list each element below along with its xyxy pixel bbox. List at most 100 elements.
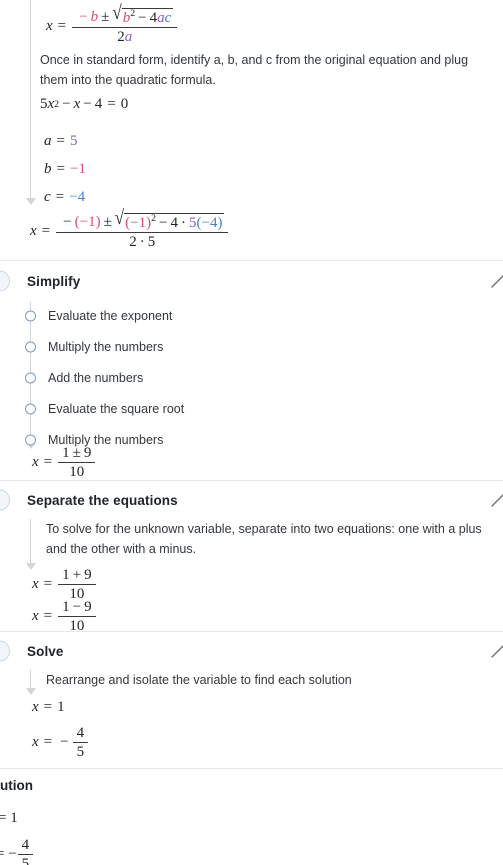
- result-numerator: 1 +9: [58, 567, 95, 584]
- coefficient-b-line: b = −1: [44, 160, 86, 178]
- coefficient-a-name: a: [44, 133, 52, 149]
- plus-minus-sign: ±: [101, 9, 110, 25]
- sub-den-two: 2: [129, 234, 137, 251]
- solution-result-2-fraction: 4 5: [17, 837, 34, 865]
- solution-result-2-denominator: 5: [21, 856, 30, 865]
- denominator-a: a: [124, 29, 133, 46]
- separate-description: To solve for the unknown variable, separ…: [46, 522, 482, 557]
- coefficient-c-equals: =: [55, 189, 65, 205]
- section-separate-the-equations[interactable]: Separate the equations: [0, 481, 503, 519]
- simplify-body: Evaluate the exponent Multiply the numbe…: [0, 300, 503, 480]
- intro-connector-line: [30, 0, 31, 198]
- simplify-step-2[interactable]: Multiply the numbers: [0, 331, 503, 362]
- simplify-step-3[interactable]: Add the numbers: [0, 362, 503, 393]
- numerator-left: 1: [62, 445, 70, 461]
- simplify-header[interactable]: Simplify: [0, 262, 503, 300]
- coefficient-b-equals: =: [56, 161, 65, 177]
- solution-result-1: = 1: [0, 809, 18, 827]
- numerator-minus-sign: −: [79, 9, 88, 25]
- numerator-left: 1: [62, 599, 70, 615]
- solve-body: Rearrange and isolate the variable to fi…: [0, 670, 503, 760]
- standard-minus-1: −: [62, 96, 71, 112]
- step-circle-icon: [25, 341, 36, 352]
- simplify-result-denominator: 10: [69, 464, 85, 481]
- section-solve[interactable]: Solve: [0, 632, 503, 670]
- standard-equals: =: [107, 96, 116, 112]
- radicand: b2−4ac: [121, 8, 174, 26]
- denominator-two: 2: [117, 29, 125, 46]
- chevron-collapse-icon[interactable]: [489, 642, 503, 660]
- separate-header[interactable]: Separate the equations: [0, 481, 503, 519]
- solve-result-fraction: 4 5: [72, 725, 89, 761]
- intro-description: Once in standard form, identify a, b, an…: [40, 53, 469, 88]
- step-label: Multiply the numbers: [48, 339, 164, 354]
- standard-minus-2: −: [83, 96, 92, 112]
- solve-result-numerator: 4: [76, 725, 85, 741]
- formula-denominator: 2a: [113, 28, 136, 45]
- standard-zero: 0: [120, 96, 129, 112]
- intro-block: x = − b ± √ b2−4ac 2a Once in standard form,…: [0, 0, 503, 258]
- solution-result-2: = − 4 5: [0, 837, 34, 865]
- sub-denominator: 2 · 5: [125, 233, 159, 250]
- separate-connector-line: [30, 519, 31, 563]
- solve-result-denominator: 5: [76, 744, 85, 761]
- solve-result-2: x = − 4 5: [32, 725, 89, 760]
- coefficient-a-equals: =: [56, 133, 65, 149]
- sub-b-value: (−1): [74, 214, 101, 230]
- numerator-right: 9: [84, 599, 92, 615]
- sub-den-a: 5: [147, 234, 156, 251]
- step-circle-icon: [25, 434, 36, 445]
- sub-radical-sign: √: [114, 206, 125, 229]
- separate-title: Separate the equations: [27, 492, 178, 508]
- simplify-step-1[interactable]: Evaluate the exponent: [0, 300, 503, 331]
- numerator-operator: +: [72, 567, 82, 583]
- solve-connector-line: [30, 670, 31, 688]
- solution-title: ution: [0, 778, 33, 793]
- numerator-right: 9: [83, 445, 92, 461]
- solve-header[interactable]: Solve: [0, 632, 503, 670]
- solve-result-sign: −: [60, 734, 69, 751]
- separate-result-plus: x = 1 +9 10: [32, 567, 97, 602]
- sub-radicand: (−1)2−4 · 5(−4): [124, 213, 225, 231]
- step-label: Evaluate the exponent: [48, 308, 173, 323]
- step-circle-icon: [25, 310, 36, 321]
- formula-equals: =: [57, 17, 67, 34]
- simplify-title: Simplify: [27, 273, 81, 289]
- radicand-minus: −: [138, 10, 147, 26]
- result-equals: =: [43, 608, 53, 625]
- standard-form-equation: 5 x 2− x −4 = 0: [40, 96, 129, 112]
- sub-equals: =: [41, 222, 51, 239]
- step-circle-icon: [25, 403, 36, 414]
- chevron-collapse-icon[interactable]: [489, 491, 503, 509]
- coefficient-c-value: −4: [69, 189, 86, 205]
- radicand-a: a: [157, 10, 165, 26]
- radicand-four: 4: [149, 10, 158, 26]
- simplify-step-4[interactable]: Evaluate the square root: [0, 393, 503, 424]
- formula-numerator: − b ± √ b2−4ac: [72, 2, 177, 27]
- sub-plus-minus: ±: [103, 214, 112, 230]
- sub-radicand-minus: −: [159, 215, 168, 231]
- coefficient-a-line: a = 5: [44, 132, 77, 150]
- sub-lhs: x: [30, 222, 37, 239]
- solve-result-1: x = 1: [32, 698, 65, 716]
- simplify-result-equation: x = 1 ±9 10: [32, 445, 96, 480]
- numerator-operator: −: [72, 599, 82, 615]
- coefficient-b-value: −1: [69, 161, 86, 177]
- chevron-collapse-icon[interactable]: [489, 272, 503, 290]
- standard-x: x: [47, 96, 55, 112]
- sub-c-value: (−4): [196, 215, 223, 231]
- standard-term-x: x: [73, 96, 81, 112]
- solution-result-2-numerator: 4: [21, 837, 30, 853]
- sub-radicand-four: 4: [170, 215, 179, 231]
- solve-result-lhs: x: [32, 699, 39, 715]
- section-simplify[interactable]: Simplify: [0, 262, 503, 300]
- quadratic-formula-equation: x = − b ± √ b2−4ac 2a: [46, 2, 178, 45]
- simplify-result-lhs: x: [32, 454, 39, 471]
- standard-coefficient: 5: [40, 96, 48, 112]
- result-lhs: x: [32, 576, 39, 593]
- divider-above-simplify: [0, 260, 503, 261]
- substituted-formula-equation: x = − (−1) ± √ (−1)2−4 · 5(−4) 2 · 5: [30, 207, 229, 250]
- radical-sign: √: [112, 1, 122, 24]
- formula-lhs: x: [46, 17, 53, 34]
- separate-result-minus: x = 1−9 10: [32, 599, 97, 634]
